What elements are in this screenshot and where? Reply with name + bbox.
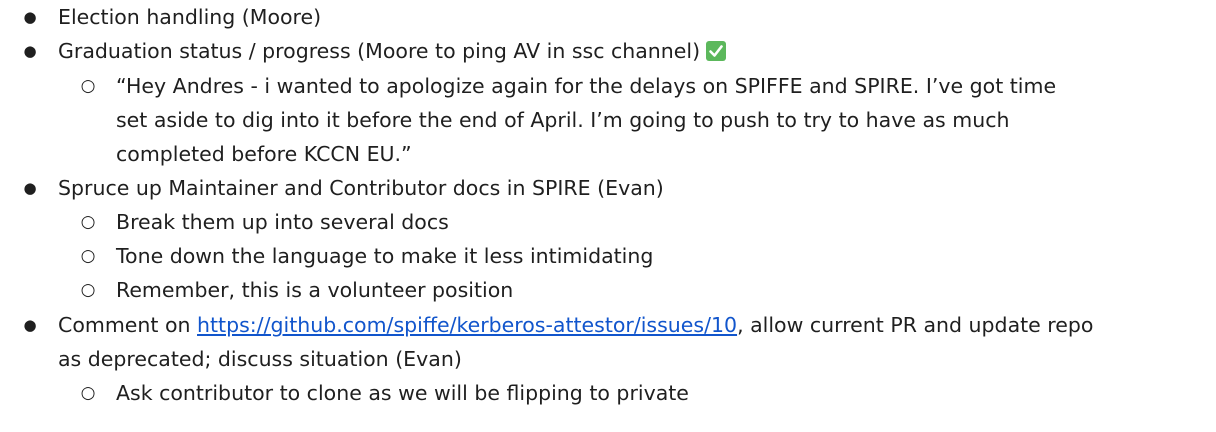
hollow-bullet-icon: ○ [80,383,96,403]
list-item-text: Break them up into several docs [116,210,449,234]
bullet-icon: ● [23,179,37,197]
document-body: ● Election handling (Moore) ● Graduation… [0,0,1216,432]
list-item: ● Comment on https://github.com/spiffe/k… [0,308,1216,342]
list-item-text: Spruce up Maintainer and Contributor doc… [58,176,664,200]
list-item: ○ Tone down the language to make it less… [0,239,1216,273]
quote-text-line-3: completed before KCCN EU.” [116,142,412,166]
hollow-bullet-icon: ○ [80,246,96,266]
hollow-bullet-icon: ○ [80,280,96,300]
list-item: ● Election handling (Moore) [0,0,1216,34]
list-item: ○ Break them up into several docs [0,205,1216,239]
bullet-icon: ● [23,316,37,334]
list-item: ● Graduation status / progress (Moore to… [0,34,1216,68]
list-item: ○ Remember, this is a volunteer position [0,273,1216,307]
list-item-text: Comment on [58,313,198,337]
checkmark-icon [706,41,727,61]
bullet-icon: ● [23,42,37,60]
list-item-text: Remember, this is a volunteer position [116,278,514,302]
quote-text-line-1: “Hey Andres - i wanted to apologize agai… [116,74,1057,98]
quote-text-line-2: set aside to dig into it before the end … [116,108,1010,132]
list-item-text: Election handling (Moore) [58,5,322,29]
list-item: ● Spruce up Maintainer and Contributor d… [0,171,1216,205]
hollow-bullet-icon: ○ [80,212,96,232]
list-item-text: Tone down the language to make it less i… [116,244,654,268]
list-item-text-suffix: , allow current PR and update repo [737,313,1094,337]
list-item: ○ Ask contributor to clone as we will be… [0,376,1216,410]
kerberos-attestor-issue-link[interactable]: https://github.com/spiffe/kerberos-attes… [197,313,737,337]
hollow-bullet-icon: ○ [80,76,96,96]
list-item-text: Ask contributor to clone as we will be f… [116,381,689,405]
bullet-icon: ● [23,8,37,26]
list-item-text-line-2: as deprecated; discuss situation (Evan) [58,347,462,371]
list-item-text: Graduation status / progress (Moore to p… [58,39,701,63]
list-item: ○ “Hey Andres - i wanted to apologize ag… [0,69,1216,103]
